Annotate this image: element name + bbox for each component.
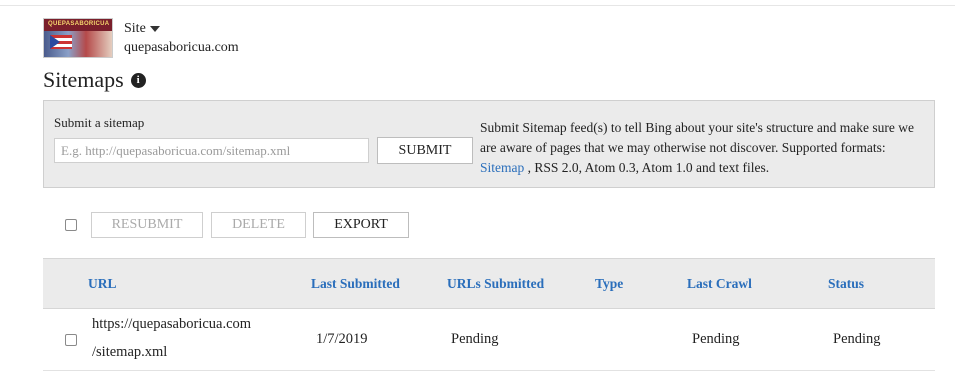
column-header-status[interactable]: Status: [828, 276, 864, 292]
row-url: https://quepasaboricua.com: [92, 316, 252, 332]
row-checkbox[interactable]: [65, 334, 77, 346]
table-header: URL Last Submitted URLs Submitted Type L…: [43, 258, 935, 309]
page-title-text: Sitemaps: [43, 67, 124, 92]
column-header-last-submitted[interactable]: Last Submitted: [311, 276, 400, 292]
column-header-urls-submitted[interactable]: URLs Submitted: [447, 276, 544, 292]
top-border: [0, 0, 955, 6]
delete-button[interactable]: DELETE: [211, 212, 306, 238]
submit-description: Submit Sitemap feed(s) to tell Bing abou…: [480, 118, 920, 178]
resubmit-button[interactable]: RESUBMIT: [91, 212, 203, 238]
caret-down-icon: [149, 26, 160, 32]
site-switcher[interactable]: Site: [124, 21, 160, 37]
info-icon[interactable]: i: [130, 72, 146, 88]
thumbnail-logo-text: QUEPASABORICUA: [48, 21, 110, 27]
submit-button[interactable]: SUBMIT: [377, 137, 473, 164]
site-switcher-label: Site: [124, 21, 146, 36]
description-text: Submit Sitemap feed(s) to tell Bing abou…: [480, 120, 914, 155]
column-header-url[interactable]: URL: [88, 276, 117, 292]
export-button[interactable]: EXPORT: [313, 212, 409, 238]
sitemap-link[interactable]: Sitemap: [480, 160, 524, 175]
row-status: Pending: [833, 331, 881, 347]
submit-sitemap-label: Submit a sitemap: [54, 115, 145, 130]
site-url: quepasaboricua.com: [124, 40, 239, 55]
submit-sitemap-panel: Submit a sitemap SUBMIT Submit Sitemap f…: [43, 100, 935, 188]
select-all-checkbox[interactable]: [65, 219, 77, 231]
row-url-path: /sitemap.xml: [92, 344, 168, 360]
row-last-submitted: 1/7/2019: [316, 331, 368, 347]
page-title: Sitemaps i: [43, 67, 146, 93]
flag-icon: [50, 35, 72, 49]
row-last-crawl: Pending: [692, 331, 740, 347]
column-header-type[interactable]: Type: [595, 276, 623, 292]
table-row: https://quepasaboricua.com /sitemap.xml …: [43, 309, 935, 371]
sitemap-url-input[interactable]: [54, 138, 369, 163]
site-thumbnail: QUEPASABORICUA: [43, 18, 113, 58]
row-urls-submitted: Pending: [451, 331, 499, 347]
column-header-last-crawl[interactable]: Last Crawl: [687, 276, 752, 292]
description-text-end: , RSS 2.0, Atom 0.3, Atom 1.0 and text f…: [524, 160, 770, 175]
